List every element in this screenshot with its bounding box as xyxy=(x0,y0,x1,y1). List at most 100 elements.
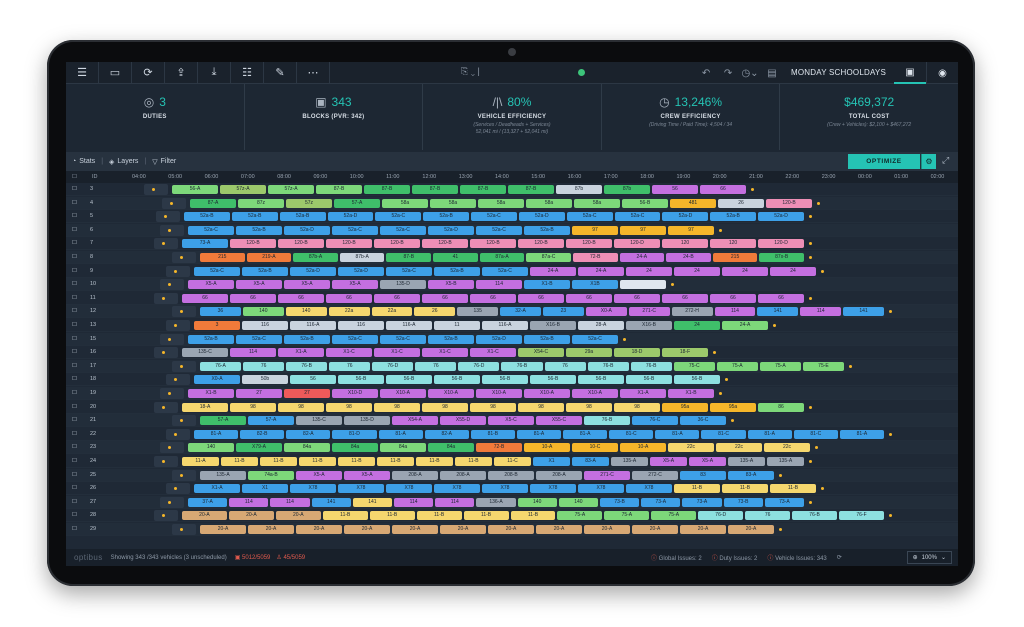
trip-block[interactable]: 52a-D xyxy=(428,225,474,235)
trip-block[interactable]: 52a-C xyxy=(572,334,618,344)
trip-block[interactable]: 41 xyxy=(433,253,478,262)
trip-block[interactable]: 52a-C xyxy=(375,212,422,222)
trip-block[interactable]: 76-B xyxy=(584,416,630,426)
trip-block[interactable]: 57z-A xyxy=(220,185,266,194)
trip-block[interactable]: 76-F xyxy=(839,511,884,521)
trip-block[interactable]: X1-A xyxy=(194,484,240,494)
trip-block[interactable]: 52a-B xyxy=(524,225,570,235)
trip-block[interactable]: X1-A xyxy=(278,348,324,358)
trip-block[interactable]: X1-B xyxy=(668,389,714,398)
trip-block[interactable]: 52a-C xyxy=(566,212,613,222)
vehicle-row[interactable]: ☐ 15 52a-B 52a-C 52a-B 52a-C 52a-C 52a-B 52a-D 5… xyxy=(66,332,958,346)
trip-block[interactable]: 37-A xyxy=(188,497,228,507)
trip-block[interactable]: X1-C xyxy=(422,348,468,358)
trip-block[interactable]: 18-F xyxy=(662,348,708,358)
trip-block[interactable]: 98 xyxy=(326,402,372,412)
trip-block[interactable]: 20-A xyxy=(296,525,342,534)
vehicle-row[interactable]: ☐ 11 66 66 66 66 66 66 66 66 66 66 66 66 66 xyxy=(66,291,958,305)
trip-block[interactable]: X0-A xyxy=(194,375,240,385)
trip-block[interactable]: 52a-D xyxy=(518,212,565,222)
trip-block[interactable]: X5-A xyxy=(689,457,726,466)
trip-block[interactable]: 135-C xyxy=(182,348,228,358)
vehicle-row[interactable]: ☐ 28 20-A 20-A 20-A 11-B 11-B 11-B 11-B 11-B 75-A… xyxy=(66,509,958,523)
trip-block[interactable]: 11-B xyxy=(722,484,768,494)
trip-block[interactable]: X54-C xyxy=(518,348,564,358)
trip-block[interactable]: 208-A xyxy=(440,470,486,480)
user-icon[interactable]: ◉ xyxy=(926,62,958,84)
trip-block[interactable]: 11 xyxy=(434,321,480,330)
trip-block[interactable]: 56-B xyxy=(434,375,480,385)
trip-block[interactable]: 81-C xyxy=(793,429,838,439)
trip-block[interactable]: 52a-C xyxy=(188,225,234,235)
trip-block[interactable]: 73-A xyxy=(641,497,681,507)
trip-block[interactable]: 56-B xyxy=(578,375,624,385)
trip-block[interactable]: 81-A xyxy=(194,429,239,439)
trip-block[interactable]: X78 xyxy=(578,484,624,494)
trip-block[interactable]: 11-B xyxy=(770,484,816,494)
trip-block[interactable]: 26 xyxy=(414,307,456,317)
trip-block[interactable]: 140 xyxy=(188,443,234,453)
vehicle-row[interactable]: ☐ 16 135-C 114 X1-A X1-C X1-C X1-C X1-C X54-C 29a… xyxy=(66,346,958,360)
pullout-block[interactable] xyxy=(154,401,178,413)
trip-block[interactable]: 84a xyxy=(428,443,474,453)
trip-block[interactable]: 52a-C xyxy=(614,212,661,222)
trip-block[interactable]: 11-B xyxy=(369,511,415,521)
pullout-block[interactable] xyxy=(166,428,190,440)
trip-block[interactable]: 18-A xyxy=(182,402,228,412)
pullout-block[interactable] xyxy=(172,469,196,481)
trip-block[interactable]: 116-A xyxy=(482,321,528,330)
trip-block[interactable]: 97 xyxy=(668,225,714,235)
trip-block[interactable]: 76 xyxy=(243,361,285,371)
pullout-block[interactable] xyxy=(172,360,196,372)
duty-issues[interactable]: ⓘ Duty Issues: 2 xyxy=(712,553,758,562)
trip-block[interactable]: 140 xyxy=(517,497,557,507)
trip-block[interactable]: 98 xyxy=(470,402,516,412)
trip-block[interactable]: 76-B xyxy=(587,361,629,371)
trip-block[interactable]: 120-B xyxy=(230,239,276,249)
undo-icon[interactable]: ↶ xyxy=(695,62,717,84)
trip-block[interactable]: 135-C xyxy=(296,416,342,426)
trip-block[interactable]: 135-D xyxy=(380,280,426,290)
trip-block[interactable]: 98 xyxy=(614,402,660,412)
trip-block[interactable]: 116 xyxy=(338,321,384,330)
trip-block[interactable]: 87-B xyxy=(412,185,458,194)
trip-block[interactable]: 114 xyxy=(230,348,276,358)
vehicle-row[interactable]: ☐ 17 76-A 76 76-B 76 76-D 76 76-D 76-B 76 76-B 76-B… xyxy=(66,359,958,373)
history-icon[interactable]: ◷⌄ xyxy=(739,62,761,84)
trip-block[interactable]: 56 xyxy=(652,185,698,194)
trip-block[interactable]: X1-C xyxy=(470,348,516,358)
trip-block[interactable]: 56-B xyxy=(530,375,576,385)
trip-block[interactable]: 52a-B xyxy=(242,266,288,276)
trip-block[interactable]: 3 xyxy=(194,321,240,330)
trip-block[interactable]: 52a-C xyxy=(380,225,426,235)
trip-block[interactable]: X10-A xyxy=(428,389,474,398)
pullout-block[interactable] xyxy=(154,510,178,522)
trip-block[interactable]: 95a xyxy=(662,402,708,412)
trip-block[interactable] xyxy=(620,280,666,290)
trip-block[interactable]: 66 xyxy=(566,293,612,303)
vehicle-row[interactable]: ☐ 12 36 140 140 22a 22a 26 135 32-A 23 X0-A 271-C 27… xyxy=(66,305,958,319)
trip-block[interactable]: 52a-B xyxy=(236,225,282,235)
trip-block[interactable]: X5-A xyxy=(236,280,282,290)
trip-block[interactable]: 20-A xyxy=(584,525,630,534)
trip-block[interactable]: 135-A xyxy=(728,457,765,466)
trip-block[interactable]: X1-B xyxy=(524,280,570,290)
trip-block[interactable]: 87-B xyxy=(386,253,432,262)
trip-block[interactable]: 20-A xyxy=(728,525,774,534)
trip-block[interactable]: 87-B xyxy=(508,185,554,194)
trip-block[interactable]: 10-A xyxy=(524,443,570,453)
trip-block[interactable]: 140 xyxy=(242,307,284,317)
trip-block[interactable]: 56-B xyxy=(674,375,720,385)
trip-block[interactable]: 76 xyxy=(415,361,457,371)
trip-block[interactable]: 208-A xyxy=(536,470,582,480)
redo-icon[interactable]: ↷ xyxy=(717,62,739,84)
trip-block[interactable]: 20-A xyxy=(680,525,726,534)
trip-block[interactable]: 87a-C xyxy=(526,253,571,262)
vehicle-row[interactable]: ☐ 10 X5-A X5-A X5-A X5-A 135-D X5-B 114 X1-B X1B xyxy=(66,278,958,292)
trip-block[interactable]: 20-A xyxy=(488,525,534,534)
trip-block[interactable]: 66 xyxy=(374,293,420,303)
trip-block[interactable]: 52a-B xyxy=(284,334,330,344)
trip-block[interactable]: 87a-A xyxy=(479,253,525,262)
pullout-block[interactable] xyxy=(160,279,184,291)
trip-block[interactable]: 29a xyxy=(566,348,612,358)
